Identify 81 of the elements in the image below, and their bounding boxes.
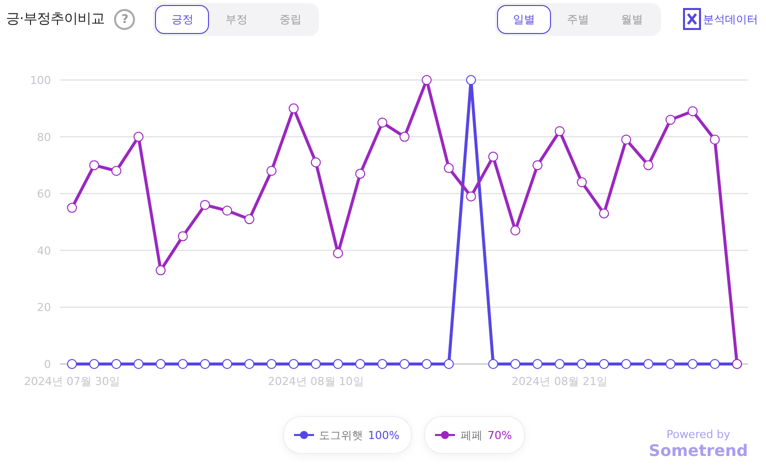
data-point: [532, 359, 542, 369]
data-point: [666, 359, 676, 369]
data-point: [89, 160, 100, 170]
data-point: [466, 75, 476, 85]
data-point: [510, 359, 520, 369]
data-point: [377, 118, 388, 128]
data-point: [333, 248, 343, 258]
data-point: [355, 359, 366, 369]
data-point: [134, 359, 144, 369]
data-point: [111, 166, 122, 176]
powered-by-caption: Powered by: [666, 428, 730, 441]
data-point: [156, 265, 166, 276]
data-point: [178, 231, 188, 242]
data-point: [643, 160, 654, 170]
chart-title: 긍·부정추이비교: [6, 10, 104, 28]
y-tick-label: 60: [37, 188, 51, 201]
export-button[interactable]: 분석데이터: [683, 8, 758, 30]
x-tick-label: 2024년 08월 10일: [268, 375, 364, 388]
x-tick-label: 2024년 08월 21일: [512, 375, 608, 388]
data-point: [200, 200, 210, 210]
data-point: [355, 168, 366, 179]
brand-logo: Sometrend: [648, 441, 748, 460]
data-point: [178, 359, 188, 369]
data-point: [688, 106, 698, 116]
data-point: [576, 359, 587, 369]
legend-label: 페페: [460, 428, 482, 442]
data-point: [310, 359, 321, 369]
x-tick-label: 2024년 07월 30일: [24, 375, 120, 388]
data-point: [400, 132, 410, 142]
period-tab[interactable]: 일별: [497, 4, 551, 34]
data-point: [488, 152, 498, 162]
data-point: [333, 359, 343, 369]
data-point: [688, 359, 698, 369]
data-point: [532, 160, 542, 170]
data-point: [710, 134, 720, 145]
data-point: [288, 359, 299, 369]
data-point: [488, 359, 498, 369]
sentiment-tab[interactable]: 긍정: [155, 4, 210, 34]
data-point: [576, 177, 587, 188]
y-tick-label: 0: [44, 358, 51, 371]
legend-item[interactable]: 도그위햇 100%: [283, 416, 412, 454]
y-tick-label: 40: [37, 244, 51, 258]
legend-label: 도그위햇: [319, 428, 363, 442]
data-point: [67, 202, 77, 213]
data-point: [422, 75, 432, 85]
data-point: [156, 359, 166, 369]
data-point: [400, 359, 410, 369]
legend-share: 70%: [487, 428, 512, 442]
data-point: [621, 134, 632, 145]
spreadsheet-icon: [683, 8, 701, 30]
data-point: [554, 359, 565, 369]
data-point: [422, 359, 432, 369]
data-point: [444, 163, 454, 174]
data-point: [621, 359, 632, 369]
data-point: [67, 359, 77, 369]
data-point: [134, 132, 144, 142]
data-point: [666, 114, 676, 125]
data-point: [643, 359, 654, 369]
data-point: [377, 359, 388, 369]
data-point: [222, 206, 232, 216]
data-point: [222, 359, 232, 369]
data-point: [200, 359, 210, 369]
data-point: [554, 126, 565, 136]
y-tick-label: 100: [30, 74, 51, 87]
data-point: [89, 359, 100, 369]
data-point: [599, 208, 609, 218]
legend-share: 100%: [368, 428, 400, 442]
data-point: [599, 359, 609, 369]
data-point: [288, 103, 299, 114]
y-tick-label: 80: [37, 130, 51, 144]
y-tick-label: 20: [37, 301, 51, 314]
data-point: [266, 166, 276, 176]
data-point: [244, 214, 254, 224]
legend-item[interactable]: 페페 70%: [424, 416, 525, 454]
data-point: [510, 226, 520, 236]
data-point: [266, 359, 276, 369]
data-point: [310, 157, 321, 168]
data-point: [111, 359, 122, 369]
data-point: [710, 359, 720, 369]
data-point: [244, 359, 254, 369]
data-point: [444, 359, 454, 369]
